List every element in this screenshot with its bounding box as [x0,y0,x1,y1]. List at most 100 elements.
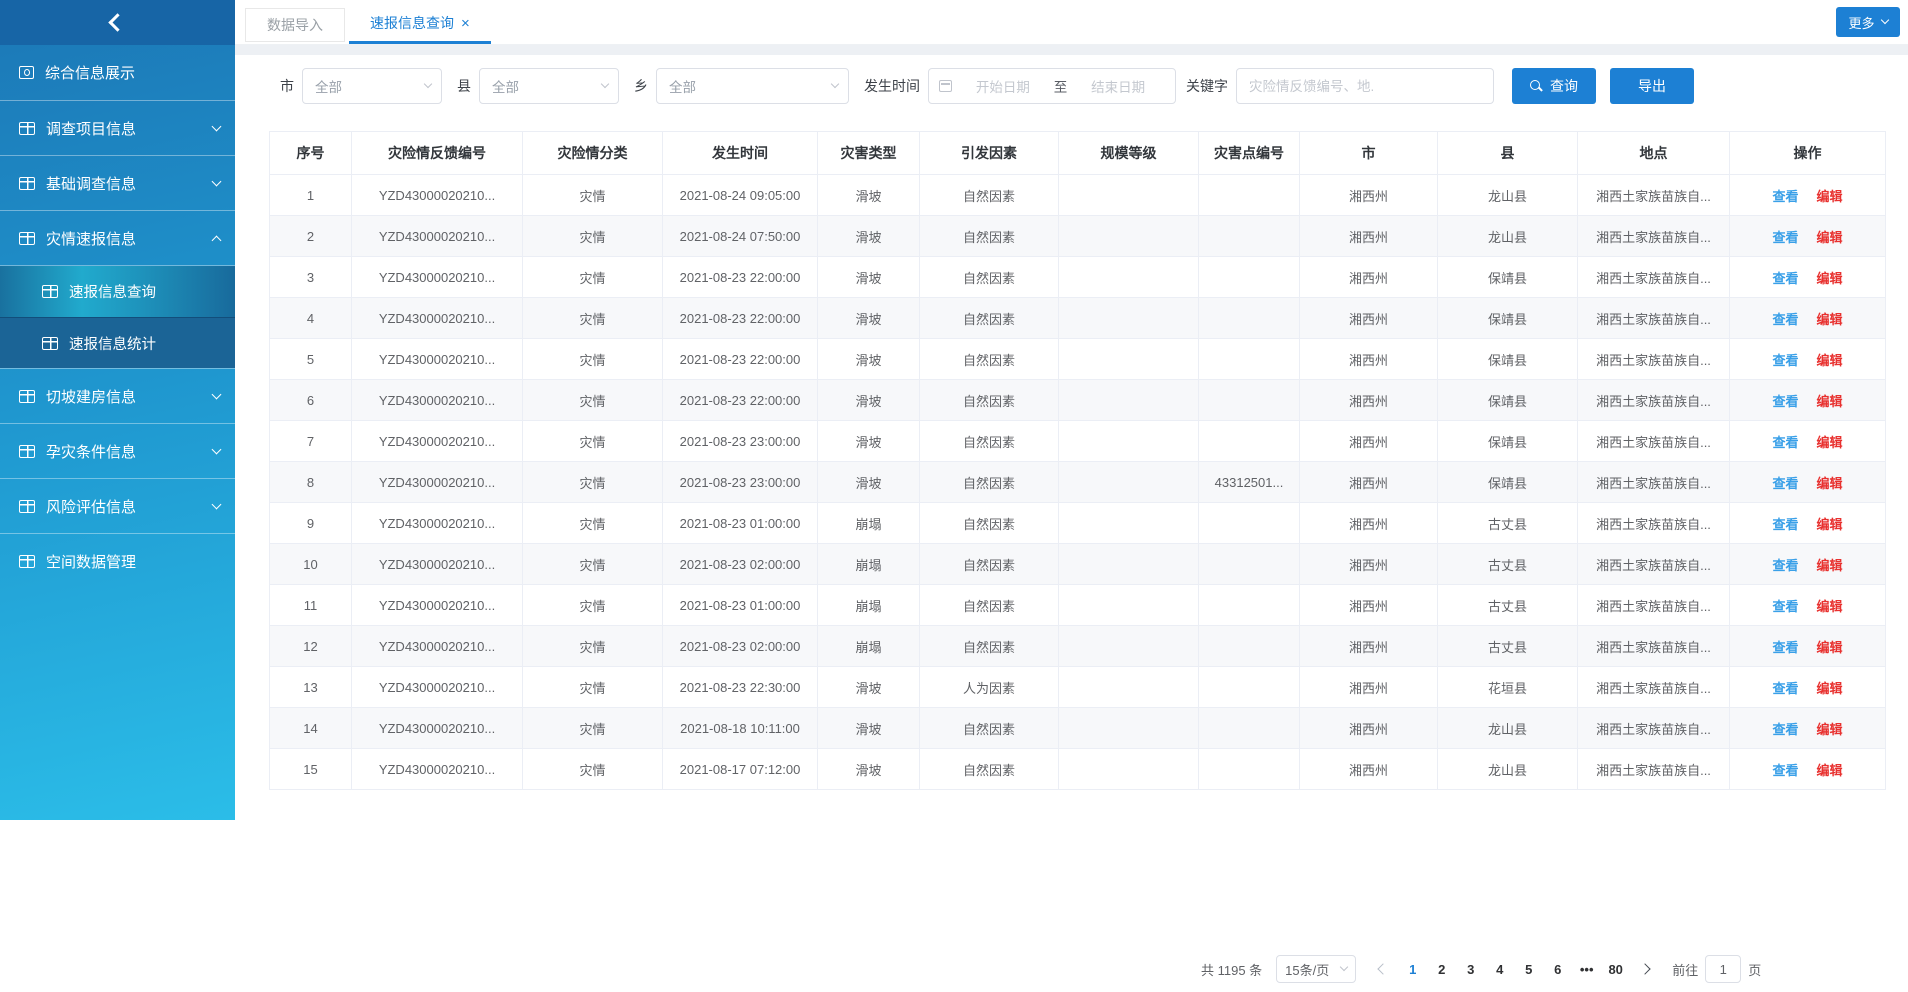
view-link[interactable]: 查看 [1772,599,1798,614]
export-button[interactable]: 导出 [1610,68,1694,104]
table-cell: 湘西州 [1300,503,1438,544]
tab-report-query[interactable]: 速报信息查询 × [349,5,491,44]
view-link[interactable]: 查看 [1772,435,1798,450]
sidebar-item-disaster-report-info[interactable]: 灾情速报信息 [0,210,235,265]
close-icon[interactable]: × [461,16,470,31]
column-header: 发生时间 [663,132,818,175]
sidebar-subitem-report-statistics[interactable]: 速报信息统计 [0,317,235,368]
sidebar-item-basic-survey-info[interactable]: 基础调查信息 [0,155,235,210]
city-label: 市 [280,76,294,96]
table-cell: 自然因素 [920,749,1059,790]
table-cell: YZD43000020210... [352,257,523,298]
sidebar-item-comprehensive-display[interactable]: 综合信息展示 [0,45,235,100]
page-ellipsis[interactable]: ••• [1573,962,1600,977]
table-cell: 2021-08-23 22:30:00 [663,667,818,708]
divider-strip [235,45,1908,55]
view-link[interactable]: 查看 [1772,230,1798,245]
tab-data-import[interactable]: 数据导入 [245,8,345,42]
filter-bar: 市 全部 县 全部 乡 全部 发生时间 开始日期 [280,67,1908,105]
view-link[interactable]: 查看 [1772,476,1798,491]
table-cell: 湘西土家族苗族自... [1578,462,1730,503]
page-number-button[interactable]: 5 [1515,962,1542,977]
view-link[interactable]: 查看 [1772,189,1798,204]
keyword-input[interactable] [1236,68,1494,104]
start-date-placeholder: 开始日期 [956,76,1050,96]
table-cell [1199,708,1300,749]
view-link[interactable]: 查看 [1772,394,1798,409]
edit-link[interactable]: 编辑 [1817,189,1843,204]
table-cell: 11 [270,585,352,626]
view-link[interactable]: 查看 [1772,681,1798,696]
view-link[interactable]: 查看 [1772,763,1798,778]
date-range-picker[interactable]: 开始日期 至 结束日期 [928,68,1176,104]
sidebar-item-spatial-data-management[interactable]: 空间数据管理 [0,533,235,588]
edit-link[interactable]: 编辑 [1817,230,1843,245]
sidebar-menu: 综合信息展示 调查项目信息 基础调查信息 灾情速报信息 [0,45,235,588]
page-size-select[interactable]: 15条/页 [1276,955,1356,983]
table-cell: 2021-08-23 22:00:00 [663,339,818,380]
results-table: 序号灾险情反馈编号灾险情分类发生时间灾害类型引发因素规模等级灾害点编号市县地点操… [269,131,1886,790]
view-link[interactable]: 查看 [1772,640,1798,655]
view-link[interactable]: 查看 [1772,722,1798,737]
page-number-button[interactable]: 4 [1486,962,1513,977]
table-cell: 湘西州 [1300,585,1438,626]
table-cell: 13 [270,667,352,708]
table-cell: 自然因素 [920,708,1059,749]
page-number-button[interactable]: 1 [1399,962,1426,977]
tab-bar: 数据导入 速报信息查询 × 更多 [235,0,1908,45]
prev-page-button[interactable] [1372,955,1394,983]
county-select[interactable]: 全部 [479,68,619,104]
page-number-button[interactable]: 2 [1428,962,1455,977]
page-number-button[interactable]: 3 [1457,962,1484,977]
edit-link[interactable]: 编辑 [1817,476,1843,491]
table-cell [1199,421,1300,462]
table-row: 4YZD43000020210...灾情2021-08-23 22:00:00滑… [270,298,1886,339]
sidebar-item-risk-assessment-info[interactable]: 风险评估信息 [0,478,235,533]
table-cell: 2 [270,216,352,257]
view-link[interactable]: 查看 [1772,271,1798,286]
edit-link[interactable]: 编辑 [1817,353,1843,368]
column-header: 地点 [1578,132,1730,175]
search-button[interactable]: 查询 [1512,68,1596,104]
sidebar-subitem-report-query[interactable]: 速报信息查询 [0,266,235,317]
table-cell: 湘西土家族苗族自... [1578,216,1730,257]
view-link[interactable]: 查看 [1772,558,1798,573]
next-page-button[interactable] [1634,955,1656,983]
table-cell: 灾情 [523,421,663,462]
sidebar-item-slope-housing-info[interactable]: 切坡建房信息 [0,368,235,423]
edit-link[interactable]: 编辑 [1817,763,1843,778]
table-cell: 滑坡 [818,175,920,216]
page-number-button[interactable]: 6 [1544,962,1571,977]
edit-link[interactable]: 编辑 [1817,722,1843,737]
edit-link[interactable]: 编辑 [1817,640,1843,655]
edit-link[interactable]: 编辑 [1817,394,1843,409]
edit-link[interactable]: 编辑 [1817,681,1843,696]
table-cell: 滑坡 [818,421,920,462]
city-select[interactable]: 全部 [302,68,442,104]
township-select[interactable]: 全部 [656,68,849,104]
table-icon [42,337,58,350]
view-link[interactable]: 查看 [1772,517,1798,532]
table-cell [1059,257,1199,298]
chevron-down-icon [601,79,609,87]
sidebar-item-survey-project-info[interactable]: 调查项目信息 [0,100,235,155]
edit-link[interactable]: 编辑 [1817,271,1843,286]
more-button[interactable]: 更多 [1836,7,1900,37]
chevron-down-icon [212,500,222,510]
view-link[interactable]: 查看 [1772,312,1798,327]
table-cell: YZD43000020210... [352,585,523,626]
page-number-button[interactable]: 80 [1602,962,1629,977]
view-link[interactable]: 查看 [1772,353,1798,368]
page-size-value: 15条/页 [1285,960,1329,979]
sidebar-collapse-button[interactable] [0,0,235,45]
edit-link[interactable]: 编辑 [1817,558,1843,573]
edit-link[interactable]: 编辑 [1817,435,1843,450]
edit-link[interactable]: 编辑 [1817,312,1843,327]
chevron-down-icon [1880,15,1888,23]
table-cell [1059,298,1199,339]
edit-link[interactable]: 编辑 [1817,517,1843,532]
edit-link[interactable]: 编辑 [1817,599,1843,614]
sidebar-item-hazard-condition-info[interactable]: 孕灾条件信息 [0,423,235,478]
table-cell [1199,380,1300,421]
goto-page-input[interactable] [1705,955,1741,983]
